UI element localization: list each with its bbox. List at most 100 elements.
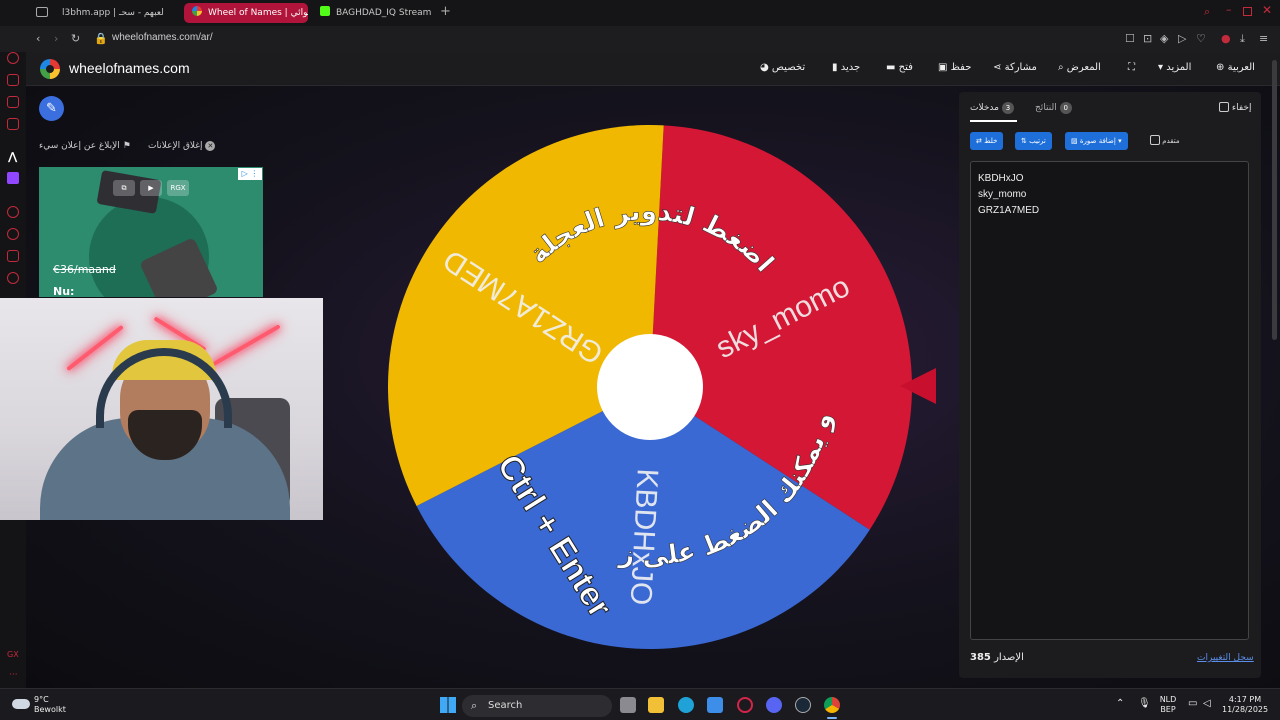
steam-icon[interactable]: [795, 697, 811, 713]
tray-chevron-icon[interactable]: ⌃: [1116, 699, 1124, 709]
entries-textarea[interactable]: KBDHxJO sky_momo GRZ1A7MED: [970, 161, 1249, 640]
browser-tab-l3bhm[interactable]: l3bhm.app | لعبهم - سحـ: [54, 3, 180, 23]
bookmark-page-icon[interactable]: ☐: [1125, 32, 1135, 45]
snapshot-icon[interactable]: ⊡: [1143, 32, 1152, 45]
sidebar-more-icon[interactable]: ···: [9, 670, 18, 680]
shuffle-icon: ⇄: [976, 137, 982, 145]
save-button[interactable]: ▣ حفظ: [938, 62, 971, 73]
customize-button[interactable]: ◕ تخصيص: [760, 62, 805, 73]
shuffle-button[interactable]: ⇄ خلط: [970, 132, 1004, 150]
chrome-icon[interactable]: [824, 697, 840, 713]
fullscreen-button[interactable]: ⛶: [1128, 62, 1135, 73]
wheel-center[interactable]: [597, 334, 703, 440]
heart-icon[interactable]: ♡: [1196, 32, 1206, 45]
windows-taskbar: 9°C Bewolkt ⌕ Search ⌃ 🎙 NLD BEP ▭ ◁ 4:1…: [0, 688, 1280, 720]
close-ads-link[interactable]: إغلاق الإعلانات ✕: [148, 141, 216, 151]
sidebar-clock-icon[interactable]: [7, 228, 19, 240]
reload-icon[interactable]: ↻: [71, 32, 80, 45]
hide-checkbox[interactable]: [1219, 102, 1229, 112]
ad-choices-icon[interactable]: ▷ ⋮: [238, 168, 262, 180]
url-field[interactable]: wheelofnames.com/ar/: [112, 32, 213, 43]
sidebar-player-icon[interactable]: [7, 74, 19, 86]
language-indicator[interactable]: NLD BEP: [1156, 695, 1180, 715]
network-icon[interactable]: ▭: [1188, 699, 1197, 709]
sidebar-gx-icon[interactable]: GX: [7, 650, 19, 659]
opera-gx-icon[interactable]: [737, 697, 753, 713]
entries-count-badge: 3: [1001, 102, 1014, 114]
task-view-icon[interactable]: [620, 697, 636, 713]
advanced-toggle[interactable]: متقدم: [1150, 135, 1180, 145]
sidebar-twitch-icon[interactable]: [7, 172, 19, 184]
volume-icon[interactable]: ◁: [1203, 699, 1211, 709]
entry-line: GRZ1A7MED: [978, 205, 1040, 216]
fullscreen-icon: ⛶: [1128, 62, 1135, 73]
add-image-button[interactable]: ▨ إضافة صورة ▾: [1065, 132, 1128, 150]
language-selector[interactable]: ⊕ العربية: [1216, 62, 1255, 73]
sidebar-settings-icon[interactable]: [7, 272, 19, 284]
share-button[interactable]: ⋖ مشاركة: [993, 62, 1037, 73]
vpn-icon[interactable]: ◈: [1160, 32, 1168, 45]
browser-tab-wheel-of-names[interactable]: Wheel of Names | عشوائي: [184, 3, 308, 23]
page-scrollbar[interactable]: [1272, 60, 1277, 340]
edit-button[interactable]: ✎: [39, 96, 64, 121]
weather-temp: 9°C: [34, 695, 49, 704]
entry-line: sky_momo: [978, 189, 1027, 200]
ad-expand-icon[interactable]: ⧉: [113, 180, 135, 196]
new-button[interactable]: ▮ جديد: [832, 62, 860, 73]
wheel-logo-icon[interactable]: [40, 59, 60, 79]
site-name[interactable]: wheelofnames.com: [69, 60, 190, 76]
new-tab-icon[interactable]: +: [440, 4, 451, 19]
changelog-link[interactable]: سجل التغييرات: [1197, 653, 1254, 663]
flag-icon: ⚑: [122, 141, 131, 151]
open-button[interactable]: ▬ فتح: [886, 62, 913, 73]
tab-bar-menu-icon[interactable]: [36, 7, 48, 17]
sidebar-history-icon[interactable]: [7, 206, 19, 218]
profile-icon[interactable]: ●: [1221, 32, 1231, 45]
advertisement[interactable]: ⧉ ▶ RGX ▷ ⋮ €36/maand Nu:: [39, 167, 263, 297]
ad-rgx-badge[interactable]: RGX: [167, 180, 189, 196]
minimize-icon[interactable]: –: [1226, 3, 1232, 16]
player-icon[interactable]: ▷: [1178, 32, 1186, 45]
microphone-icon[interactable]: 🎙: [1138, 699, 1151, 709]
file-explorer-icon[interactable]: [648, 697, 664, 713]
clock[interactable]: 4:17 PM 11/28/2025: [1222, 695, 1268, 715]
search-icon: ⌕: [471, 699, 478, 712]
sidebar-bookmark-icon[interactable]: [7, 250, 19, 262]
ad-price: €36/maand: [53, 263, 116, 276]
more-menu[interactable]: ▾ المزيد: [1158, 62, 1191, 73]
globe-icon: ⊕: [1216, 62, 1225, 73]
wheel-pointer: [900, 368, 936, 404]
forward-icon[interactable]: ›: [54, 32, 58, 45]
report-ad-link[interactable]: الإبلاغ عن إعلان سيء ⚑: [39, 141, 131, 151]
sidebar-aria-icon[interactable]: [7, 52, 19, 64]
discord-icon[interactable]: [766, 697, 782, 713]
easy-setup-icon[interactable]: ≡: [1259, 32, 1268, 45]
wheel-of-names[interactable]: sky_momoKBDHxJOGRZ1A7MED اضغط لتدوير الع…: [385, 122, 915, 652]
store-icon[interactable]: [707, 697, 723, 713]
maximize-icon[interactable]: [1243, 7, 1252, 16]
close-circle-icon: ✕: [205, 141, 216, 151]
advanced-checkbox[interactable]: [1150, 135, 1160, 145]
sidebar-mail-icon[interactable]: [7, 118, 19, 130]
sidebar-arc-icon[interactable]: ⋀: [8, 150, 17, 163]
sort-button[interactable]: ⇅ ترتيب: [1015, 132, 1052, 150]
search-tabs-icon[interactable]: ⌕: [1204, 5, 1210, 19]
edge-icon[interactable]: [678, 697, 694, 713]
gallery-button[interactable]: ⌕ المعرض: [1058, 62, 1101, 73]
chevron-down-icon: ▾: [1118, 137, 1122, 145]
tab-results[interactable]: النتائج 0: [1035, 102, 1075, 114]
ad-play-icon[interactable]: ▶: [140, 180, 162, 196]
wheel-favicon-icon: [192, 6, 202, 16]
lock-icon: 🔒: [94, 32, 108, 45]
browser-tab-baghdad-stream[interactable]: BAGHDAD_IQ Stream - W: [312, 3, 432, 23]
results-count-badge: 0: [1059, 102, 1072, 114]
taskbar-search[interactable]: ⌕ Search: [462, 695, 612, 717]
chevron-down-icon: ▾: [1158, 62, 1164, 73]
tab-entries[interactable]: مدخلات 3: [970, 102, 1017, 122]
hide-toggle[interactable]: إخفاء: [1219, 102, 1251, 113]
close-window-icon[interactable]: ✕: [1262, 3, 1272, 17]
sidebar-messenger-icon[interactable]: [7, 96, 19, 108]
start-icon[interactable]: [440, 697, 456, 713]
download-icon[interactable]: ⤓: [1240, 32, 1245, 46]
back-icon[interactable]: ‹: [36, 32, 40, 45]
